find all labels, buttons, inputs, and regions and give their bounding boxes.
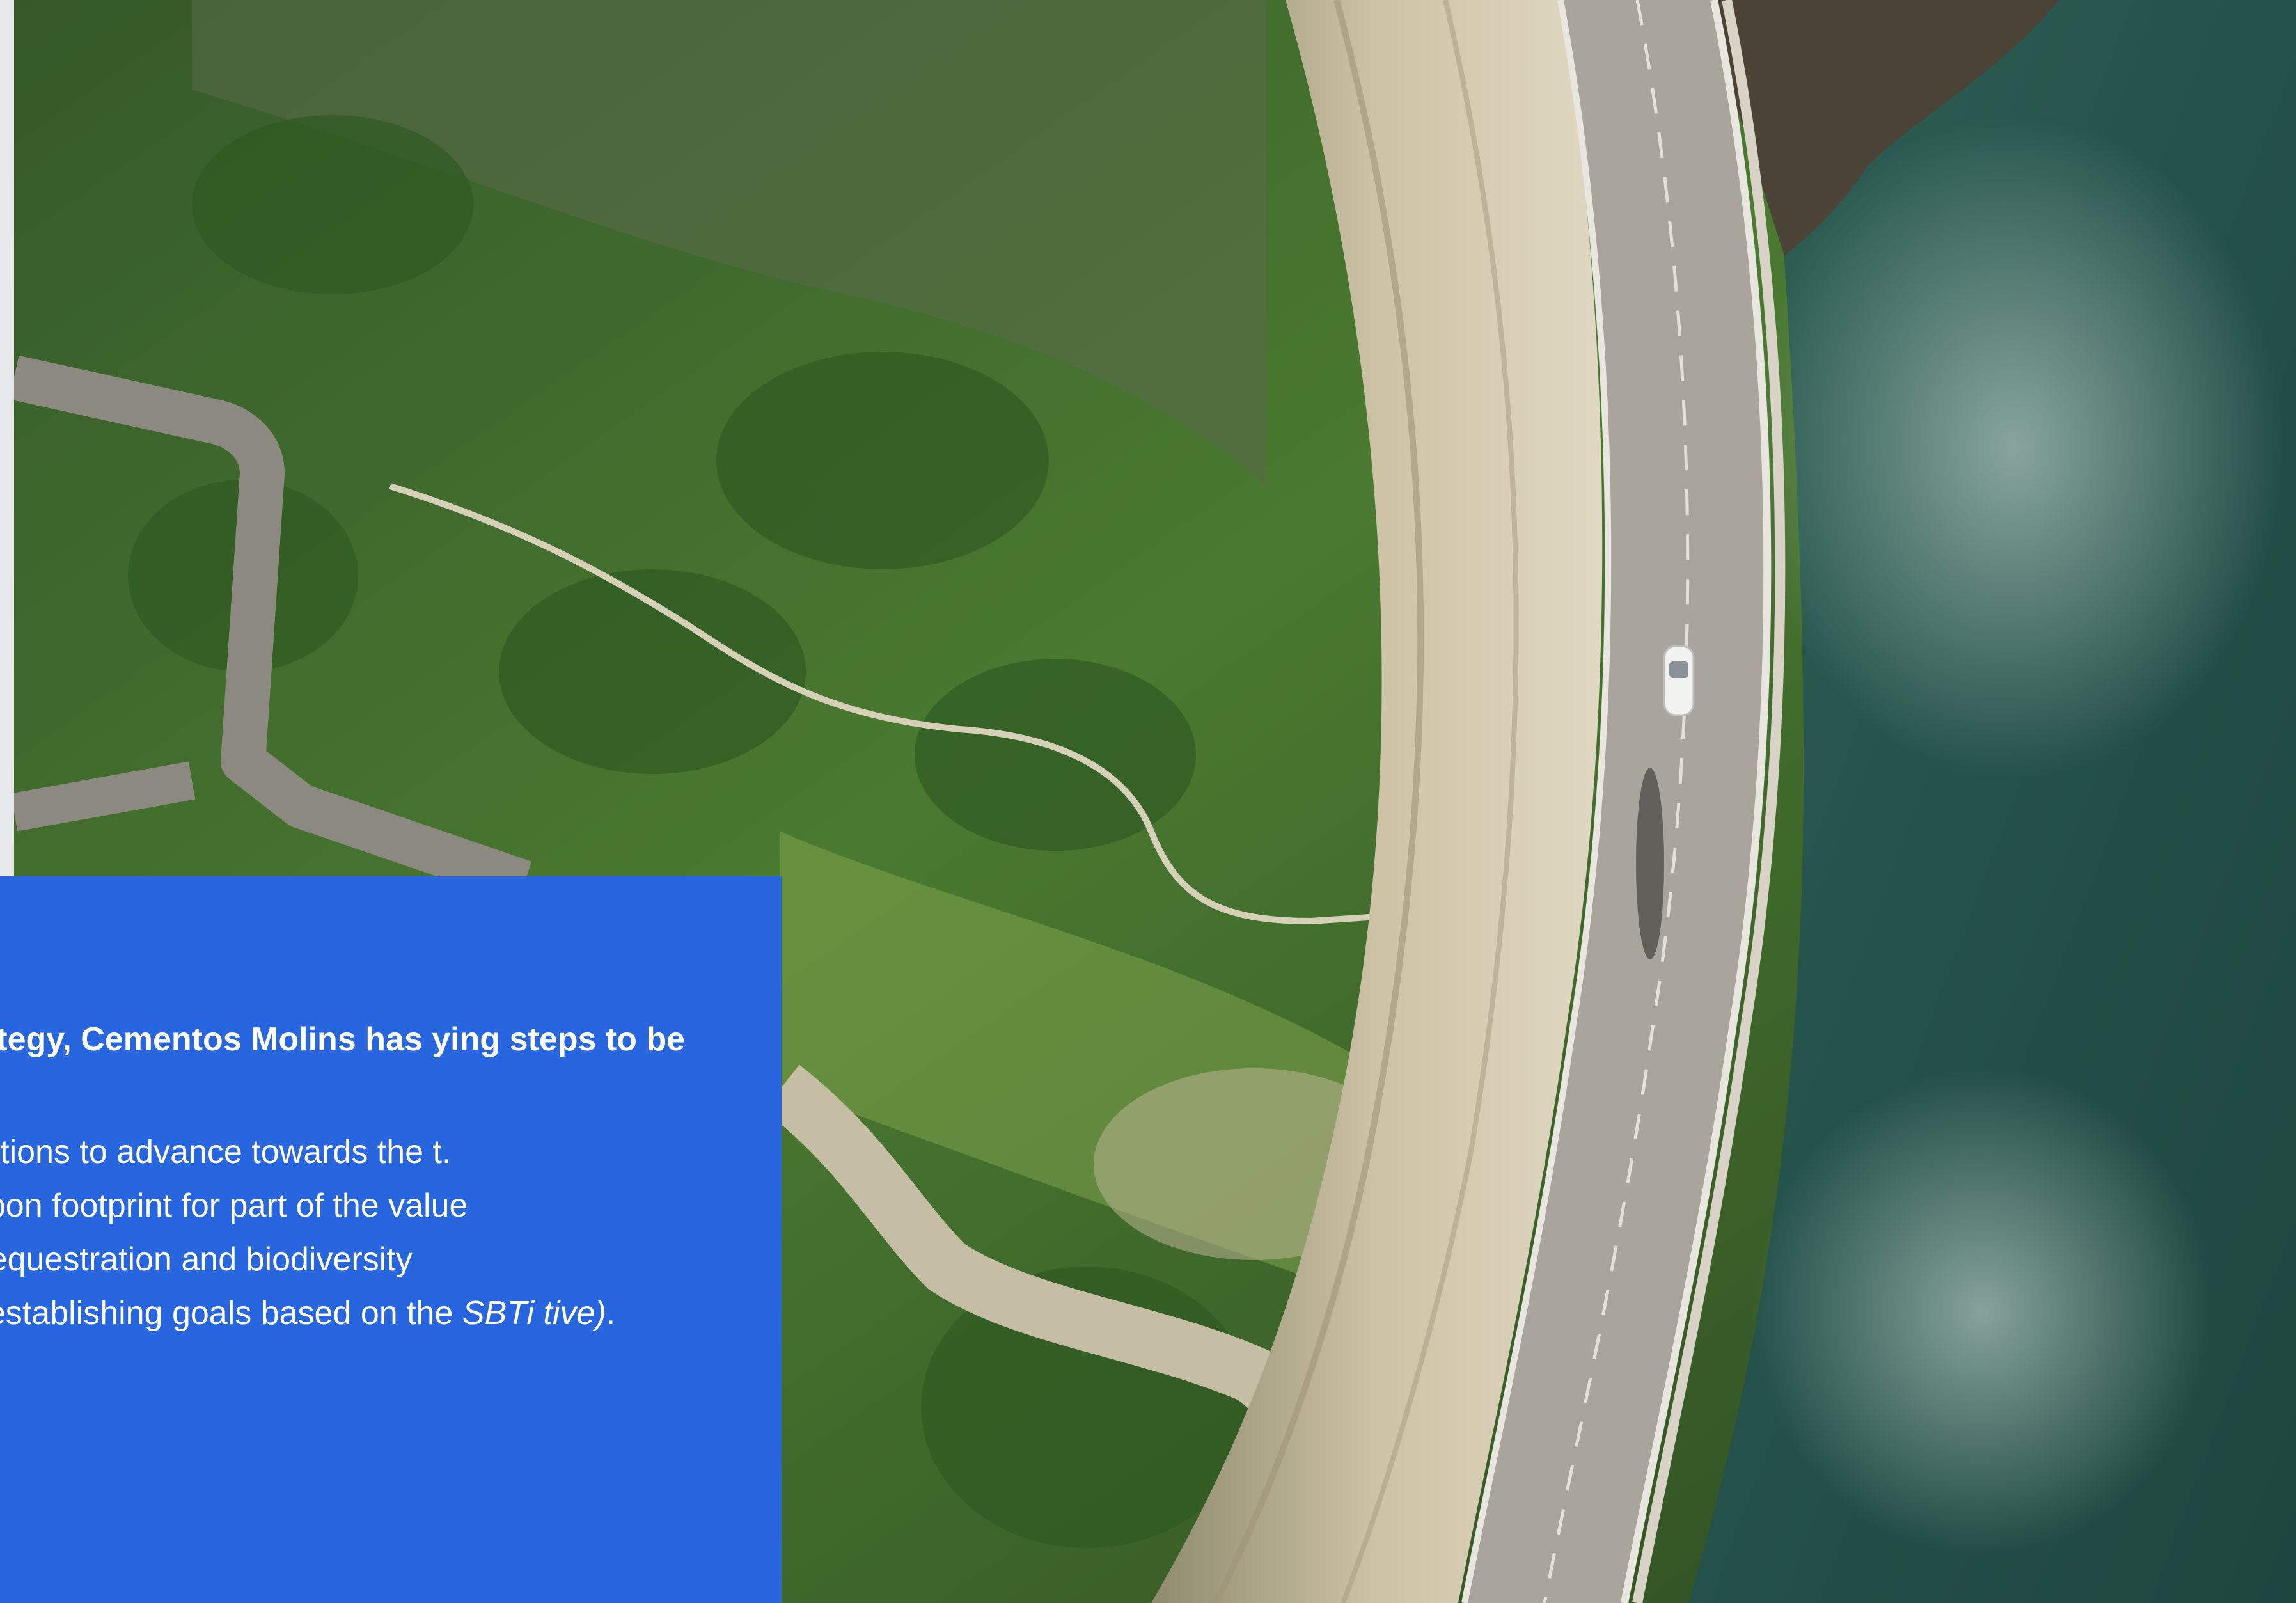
steps-list: g new actions to advance towards the t. … (0, 1131, 775, 1334)
info-panel: nap strategy, Cementos Molins has ying s… (0, 876, 782, 1603)
water-sparkle (1746, 115, 2283, 780)
car-shadow (1636, 768, 1664, 959)
intro-text: nap strategy, Cementos Molins has ying s… (0, 1021, 686, 1058)
white-car (1663, 645, 1695, 716)
step-item-2: f the carbon footprint for part of the v… (0, 1187, 468, 1224)
step-item-3: n CO2 sequestration and biodiversity (0, 1241, 413, 1278)
water-sparkle (1752, 1068, 2213, 1554)
info-panel-content: nap strategy, Cementos Molins has ying s… (0, 1018, 775, 1346)
step-item-4-text: ment of establishing goals based on the (0, 1295, 453, 1332)
step-item-4-tail: . (606, 1295, 616, 1332)
step-item-1: g new actions to advance towards the t. (0, 1133, 452, 1171)
sbti-term: SBTi tive) (462, 1295, 606, 1332)
step-item-4: ment of establishing goals based on the … (0, 1292, 775, 1334)
left-edge-strip (0, 0, 14, 876)
